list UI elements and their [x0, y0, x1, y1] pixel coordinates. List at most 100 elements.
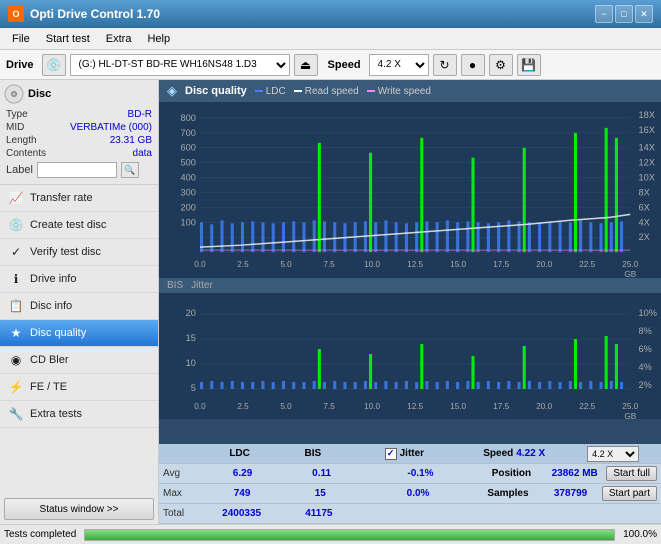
menu-file[interactable]: File [4, 31, 38, 47]
disc-icon [4, 84, 24, 104]
svg-text:10.0: 10.0 [364, 402, 380, 411]
nav-disc-info[interactable]: 📋 Disc info [0, 293, 158, 320]
chart-header: ◈ Disc quality LDC Read speed Write spee… [159, 80, 661, 103]
app-title: Opti Drive Control 1.70 [30, 7, 160, 21]
menu-help[interactable]: Help [139, 31, 178, 47]
lower-chart-header: BIS Jitter [159, 278, 661, 294]
write-speed-legend-color [367, 90, 375, 92]
disc-contents-value: data [133, 148, 152, 159]
svg-text:0.0: 0.0 [194, 260, 206, 269]
disc-header: Disc [4, 84, 154, 104]
drive-icon-btn[interactable]: 💿 [42, 54, 66, 76]
jitter-checkbox[interactable]: ✓ [385, 448, 397, 460]
disc-label-row: Label 🔍 [4, 160, 154, 180]
read-speed-legend-color [294, 90, 302, 92]
svg-text:12X: 12X [638, 158, 654, 168]
nav-verify-test-disc[interactable]: ✓ Verify test disc [0, 239, 158, 266]
svg-text:22.5: 22.5 [579, 402, 595, 411]
right-panel: ◈ Disc quality LDC Read speed Write spee… [159, 80, 661, 524]
speed-select[interactable]: 4.2 X [369, 54, 429, 76]
chart-icon: ◈ [167, 83, 177, 99]
drive-select[interactable]: (G:) HL-DT-ST BD-RE WH16NS48 1.D3 [70, 54, 290, 76]
disc-btn[interactable]: ● [461, 54, 485, 76]
svg-text:500: 500 [181, 158, 196, 168]
nav-create-test-disc[interactable]: 💿 Create test disc [0, 212, 158, 239]
svg-text:10X: 10X [638, 173, 654, 183]
nav-cd-bler[interactable]: ◉ CD Bler [0, 347, 158, 374]
disc-quality-icon: ★ [8, 325, 24, 341]
disc-type-row: Type BD-R [4, 108, 154, 121]
svg-text:20.0: 20.0 [536, 402, 552, 411]
disc-mid-value: VERBATIMe (000) [70, 122, 152, 133]
menu-start-test[interactable]: Start test [38, 31, 98, 47]
close-button[interactable]: ✕ [635, 5, 653, 23]
nav-extra-tests-label: Extra tests [30, 408, 82, 420]
stats-speed-select[interactable]: 4.2 X [587, 446, 639, 462]
start-part-button[interactable]: Start part [602, 486, 657, 501]
read-speed-legend-label: Read speed [305, 86, 359, 97]
title-bar: O Opti Drive Control 1.70 − □ ✕ [0, 0, 661, 28]
svg-text:GB: GB [624, 412, 636, 419]
svg-text:2.5: 2.5 [237, 402, 249, 411]
avg-position-label: Position [480, 468, 543, 479]
svg-text:20.0: 20.0 [536, 260, 552, 269]
status-window-btn[interactable]: Status window >> [4, 498, 154, 520]
app-icon: O [8, 6, 24, 22]
ldc-legend-color [255, 90, 263, 92]
svg-text:4%: 4% [638, 362, 651, 372]
svg-text:22.5: 22.5 [579, 260, 595, 269]
verify-test-disc-icon: ✓ [8, 244, 24, 260]
svg-text:8%: 8% [638, 326, 651, 336]
svg-text:5: 5 [191, 383, 196, 393]
nav-items: 📈 Transfer rate 💿 Create test disc ✓ Ver… [0, 185, 158, 494]
total-ldc: 2400335 [203, 508, 280, 519]
stats-header-row: LDC BIS ✓ Jitter Speed 4.22 X 4.2 X [159, 444, 661, 464]
maximize-button[interactable]: □ [615, 5, 633, 23]
label-search-btn[interactable]: 🔍 [121, 162, 139, 178]
nav-create-test-disc-label: Create test disc [30, 219, 106, 231]
eject-btn[interactable]: ⏏ [294, 54, 318, 76]
svg-text:600: 600 [181, 143, 196, 153]
label-input[interactable] [37, 162, 117, 178]
svg-text:0.0: 0.0 [194, 402, 206, 411]
svg-text:15: 15 [186, 333, 196, 343]
nav-disc-info-label: Disc info [30, 300, 72, 312]
nav-transfer-rate-label: Transfer rate [30, 192, 93, 204]
max-label: Max [163, 488, 203, 499]
save-btn[interactable]: 💾 [517, 54, 541, 76]
lower-chart: BIS Jitter 20 15 10 5 10% [159, 278, 661, 444]
max-samples-label: Samples [477, 488, 540, 499]
svg-text:20: 20 [186, 308, 196, 318]
minimize-button[interactable]: − [595, 5, 613, 23]
nav-drive-info[interactable]: ℹ Drive info [0, 266, 158, 293]
speed-header-label: Speed [483, 448, 513, 459]
transfer-rate-icon: 📈 [8, 190, 24, 206]
nav-fe-te[interactable]: ⚡ FE / TE [0, 374, 158, 401]
nav-extra-tests[interactable]: 🔧 Extra tests [0, 401, 158, 428]
fe-te-icon: ⚡ [8, 379, 24, 395]
speed-col-header: Speed 4.22 X [459, 448, 569, 459]
cd-bler-icon: ◉ [8, 352, 24, 368]
extra-tests-icon: 🔧 [8, 406, 24, 422]
ldc-legend-label: LDC [266, 86, 286, 97]
create-test-disc-icon: 💿 [8, 217, 24, 233]
nav-cd-bler-label: CD Bler [30, 354, 69, 366]
avg-ldc: 6.29 [203, 468, 282, 479]
nav-transfer-rate[interactable]: 📈 Transfer rate [0, 185, 158, 212]
status-percent: 100.0% [623, 529, 657, 540]
jitter-col-header: ✓ Jitter [349, 448, 459, 460]
svg-text:18X: 18X [638, 110, 654, 120]
lower-chart-svg: 20 15 10 5 10% 8% 6% 4% 2% 0.0 2.5 5.0 7… [159, 294, 661, 419]
svg-text:7.5: 7.5 [323, 402, 335, 411]
svg-text:200: 200 [181, 203, 196, 213]
settings-btn[interactable]: ⚙ [489, 54, 513, 76]
progress-bar-container [84, 529, 615, 541]
svg-text:15.0: 15.0 [450, 402, 466, 411]
progress-bar-fill [85, 530, 614, 540]
nav-disc-quality[interactable]: ★ Disc quality [0, 320, 158, 347]
refresh-btn[interactable]: ↻ [433, 54, 457, 76]
svg-text:6%: 6% [638, 344, 651, 354]
menu-extra[interactable]: Extra [98, 31, 140, 47]
start-full-button[interactable]: Start full [606, 466, 657, 481]
write-speed-legend-label: Write speed [378, 86, 431, 97]
